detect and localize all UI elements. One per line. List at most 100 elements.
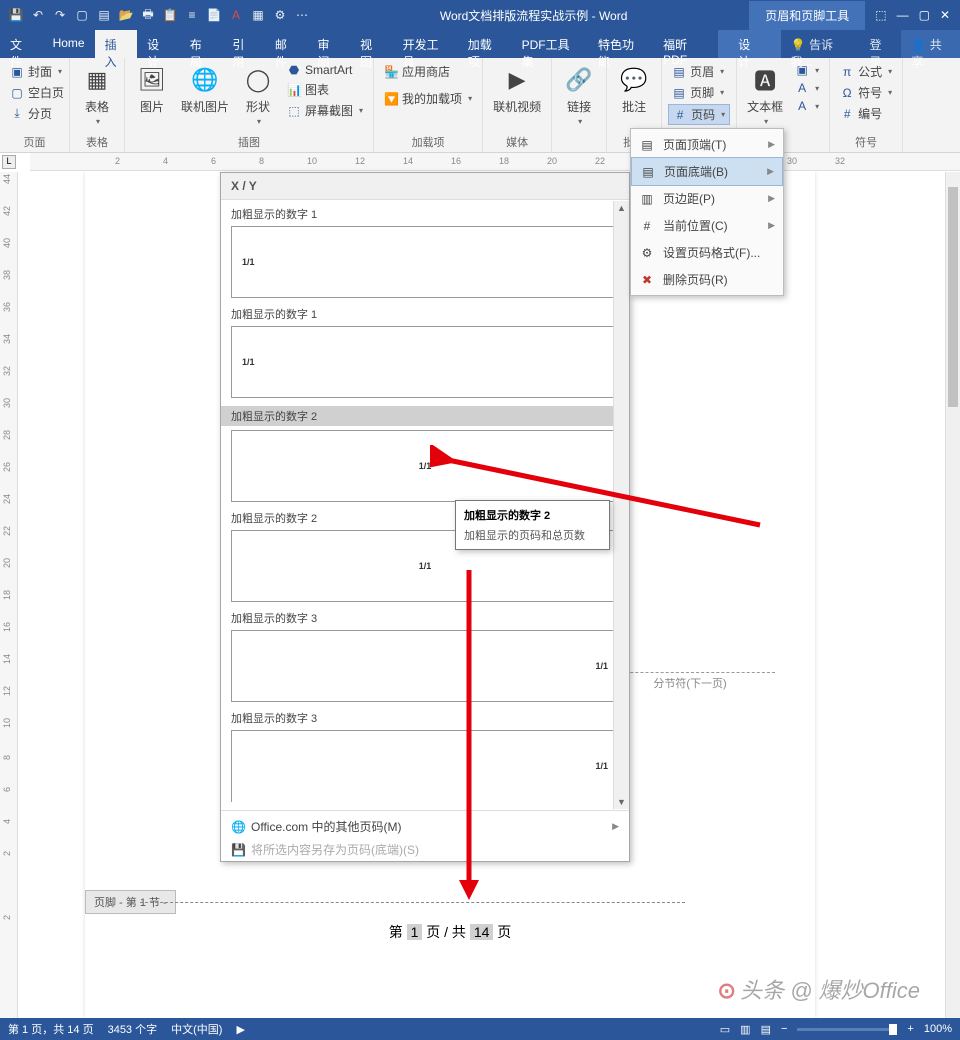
status-words[interactable]: 3453 个字 <box>108 1021 158 1037</box>
align-icon[interactable]: ≡ <box>184 7 200 23</box>
tab-layout[interactable]: 布局 <box>180 30 223 58</box>
tab-mailings[interactable]: 邮件 <box>265 30 308 58</box>
screenshot-button[interactable]: ⬚屏幕截图▾ <box>283 101 367 120</box>
ruler-vertical[interactable]: 4442403836343230282624222018161412108642… <box>0 172 18 1018</box>
footer-pagenum-text[interactable]: 第 1 页 / 共 14 页 <box>85 922 815 942</box>
group-symbols-label: 符号 <box>836 132 896 150</box>
close-icon[interactable]: ✕ <box>940 8 950 22</box>
number-button[interactable]: #编号 <box>836 104 896 123</box>
symbol-button[interactable]: Ω符号▾ <box>836 83 896 102</box>
tab-file[interactable]: 文件 <box>0 30 43 58</box>
table-icon[interactable]: ▦ <box>250 7 266 23</box>
tab-review[interactable]: 审阅 <box>307 30 350 58</box>
tab-design[interactable]: 设计 <box>137 30 180 58</box>
ruler-horizontal[interactable]: 2468101214161820222426283032 <box>30 153 960 171</box>
online-pictures-button[interactable]: 🌐联机图片 <box>177 62 233 117</box>
tab-addins[interactable]: 加载项 <box>458 30 512 58</box>
pictures-button[interactable]: 🖼图片 <box>131 62 173 117</box>
group-tables-label: 表格 <box>76 132 118 150</box>
table-button[interactable]: ▦表格▾ <box>76 62 118 128</box>
gallery-heading: X / Y <box>221 173 629 200</box>
cover-page-button[interactable]: ▣封面▾ <box>6 62 68 81</box>
dropcap-button[interactable]: A▾ <box>791 98 823 114</box>
open-icon[interactable]: 📂 <box>118 7 134 23</box>
menu-page-margin[interactable]: ▥页边距(P)▶ <box>631 185 783 212</box>
minimize-icon[interactable]: — <box>897 8 909 22</box>
my-addins-button[interactable]: 🔽我的加载项▾ <box>380 89 476 108</box>
view-read-icon[interactable]: ▭ <box>720 1023 730 1036</box>
header-button[interactable]: ▤页眉▾ <box>668 62 730 81</box>
zoom-in-icon[interactable]: + <box>907 1023 913 1035</box>
gallery-item-6[interactable]: 加粗显示的数字 3 1/1 <box>221 708 629 808</box>
share-button[interactable]: 👤 共享 <box>901 30 960 58</box>
status-macros-icon[interactable]: ▶ <box>236 1023 244 1036</box>
status-language[interactable]: 中文(中国) <box>171 1021 222 1037</box>
comment-button[interactable]: 💬批注 <box>613 62 655 117</box>
page-break-button[interactable]: ⤓分页 <box>6 104 68 123</box>
redo-icon[interactable]: ↷ <box>52 7 68 23</box>
group-pages-label: 页面 <box>6 132 63 150</box>
wordart-button[interactable]: A▾ <box>791 80 823 96</box>
qat-more-icon[interactable]: ⋯ <box>294 7 310 23</box>
font-color-icon[interactable]: A <box>228 7 244 23</box>
gallery-item-1[interactable]: 加粗显示的数字 1 1/1 <box>221 204 629 304</box>
zoom-level[interactable]: 100% <box>924 1023 952 1035</box>
gallery-item-3[interactable]: 加粗显示的数字 2 1/1 <box>221 404 629 508</box>
view-web-icon[interactable]: ▤ <box>761 1023 771 1036</box>
online-video-button[interactable]: ▶联机视频 <box>489 62 545 117</box>
tooltip: 加粗显示的数字 2 加粗显示的页码和总页数 <box>455 500 610 550</box>
blank-page-button[interactable]: ▢空白页 <box>6 83 68 102</box>
login-button[interactable]: 登录 <box>860 30 902 58</box>
zoom-out-icon[interactable]: − <box>781 1023 787 1035</box>
status-page[interactable]: 第 1 页，共 14 页 <box>8 1021 94 1037</box>
group-symbols: π公式▾ Ω符号▾ #编号 符号 <box>830 58 903 152</box>
store-button[interactable]: 🏪应用商店 <box>380 62 476 81</box>
group-media: ▶联机视频 媒体 <box>483 58 552 152</box>
menu-current-position[interactable]: #当前位置(C)▶ <box>631 212 783 239</box>
save-icon[interactable]: 💾 <box>8 7 24 23</box>
page-number-button[interactable]: #页码▾ <box>668 104 730 125</box>
footer-button[interactable]: ▤页脚▾ <box>668 83 730 102</box>
tab-insert[interactable]: 插入 <box>95 30 138 58</box>
tab-hf-design[interactable]: 设计 <box>718 30 781 58</box>
menu-page-top[interactable]: ▤页面顶端(T)▶ <box>631 131 783 158</box>
ribbon-options-icon[interactable]: ⬚ <box>875 8 886 22</box>
tell-me[interactable]: 💡 告诉我... <box>781 30 860 58</box>
tooltip-body: 加粗显示的页码和总页数 <box>464 527 601 543</box>
gallery-save-selection[interactable]: 💾将所选内容另存为页码(底端)(S) <box>231 838 619 861</box>
tab-foxit[interactable]: 福昕PDF <box>653 30 718 58</box>
menu-remove-pagenum[interactable]: ✖删除页码(R) <box>631 266 783 293</box>
tab-developer[interactable]: 开发工具 <box>393 30 458 58</box>
gallery-item-5[interactable]: 加粗显示的数字 3 1/1 <box>221 608 629 708</box>
smartart-button[interactable]: ⬣SmartArt <box>283 62 367 78</box>
print-icon[interactable]: 🖶 <box>140 7 156 23</box>
gallery-item-2[interactable]: 加粗显示的数字 1 1/1 <box>221 304 629 404</box>
gallery-scrollbar[interactable] <box>613 201 629 809</box>
group-illus-label: 插图 <box>131 132 367 150</box>
tab-features[interactable]: 特色功能 <box>588 30 653 58</box>
textbox-button[interactable]: 🅰文本框▾ <box>743 62 787 128</box>
tab-pdf[interactable]: PDF工具集 <box>512 30 588 58</box>
links-button[interactable]: 🔗链接▾ <box>558 62 600 128</box>
zoom-slider[interactable] <box>797 1028 897 1031</box>
shapes-button[interactable]: ◯形状▾ <box>237 62 279 128</box>
folder-icon[interactable]: ▤ <box>96 7 112 23</box>
paste-icon[interactable]: 📋 <box>162 7 178 23</box>
formula-icon[interactable]: ⚙ <box>272 7 288 23</box>
group-links: 🔗链接▾ <box>552 58 607 152</box>
new-icon[interactable]: ▢ <box>74 7 90 23</box>
tab-home[interactable]: Home <box>43 30 95 58</box>
scrollbar-thumb[interactable] <box>948 187 958 407</box>
scrollbar-vertical[interactable] <box>945 172 960 1018</box>
equation-button[interactable]: π公式▾ <box>836 62 896 81</box>
undo-icon[interactable]: ↶ <box>30 7 46 23</box>
tab-view[interactable]: 视图 <box>350 30 393 58</box>
gallery-office-more[interactable]: 🌐Office.com 中的其他页码(M)▶ <box>231 815 619 838</box>
menu-page-bottom[interactable]: ▤页面底端(B)▶ <box>631 157 783 186</box>
maximize-icon[interactable]: ▢ <box>919 8 930 22</box>
clipboard-icon[interactable]: 📄 <box>206 7 222 23</box>
menu-format-pagenum[interactable]: ⚙设置页码格式(F)... <box>631 239 783 266</box>
tab-references[interactable]: 引用 <box>222 30 265 58</box>
view-print-icon[interactable]: ▥ <box>740 1023 750 1036</box>
chart-button[interactable]: 📊图表 <box>283 80 367 99</box>
